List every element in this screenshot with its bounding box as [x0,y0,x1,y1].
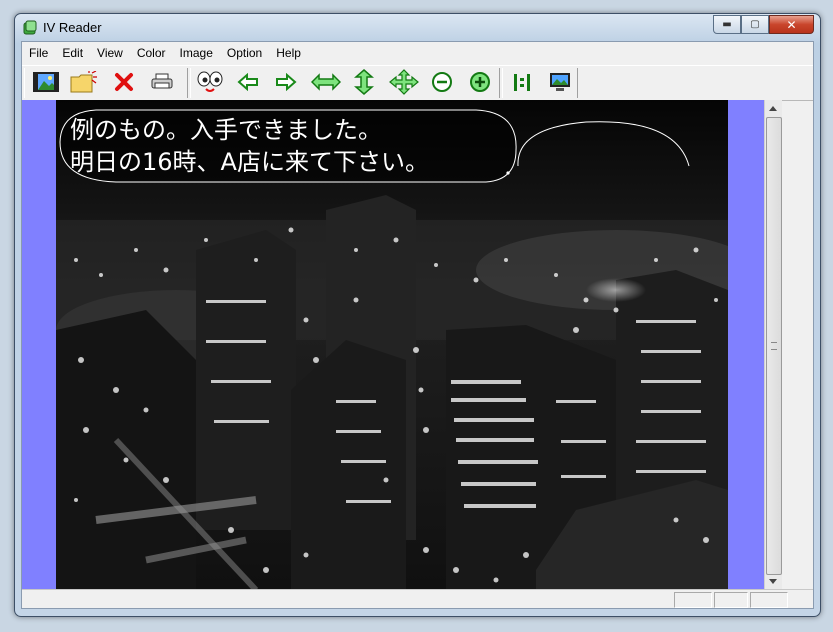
open-folder-button[interactable] [70,69,98,95]
close-image-button[interactable] [110,69,138,95]
eyes-icon [197,71,223,92]
city-skyline-image: 例のもの。入手できました。 明日の16時、A店に来て下さい。 [56,100,728,590]
zoom-out-button[interactable] [428,69,456,95]
arrow-left-icon [237,73,258,91]
eyes-button[interactable] [194,69,226,95]
open-image-icon [33,72,59,92]
prev-button[interactable] [234,69,262,95]
status-panel-1 [674,592,712,608]
minimize-button[interactable]: ▬ [713,15,741,34]
close-icon: ✕ [786,17,797,32]
maximize-icon: ▢ [750,19,760,30]
actual-size-button[interactable] [508,69,536,95]
status-panel-2 [714,592,748,608]
night-city-photo: 例のもの。入手できました。 明日の16時、A店に来て下さい。 [56,100,728,590]
caption-line-2: 明日の16時、A店に来て下さい。 [70,148,429,176]
app-icon [23,20,37,35]
screen-icon [550,73,570,91]
status-bar [22,589,813,608]
menu-option[interactable]: Option [220,42,269,64]
actual-size-icon [514,74,530,91]
image-viewport[interactable]: 例のもの。入手できました。 明日の16時、A店に来て下さい。 [22,100,764,590]
next-button[interactable] [272,69,300,95]
fit-both-button[interactable] [388,69,420,95]
vertical-scrollbar[interactable] [764,100,782,590]
close-x-icon [115,73,133,91]
scroll-thumb[interactable] [766,117,782,575]
fit-height-button[interactable] [350,69,378,95]
menu-view[interactable]: View [90,42,130,64]
title-bar[interactable]: IV Reader ▬ ▢ ✕ [15,14,820,42]
open-image-button[interactable] [32,69,60,95]
zoom-in-button[interactable] [466,69,494,95]
close-button[interactable]: ✕ [769,15,814,34]
status-panel-3 [750,592,788,608]
fit-both-icon [389,69,419,95]
print-button[interactable] [148,69,176,95]
caption-line-1: 例のもの。入手できました。 [70,116,382,144]
window-controls: ▬ ▢ ✕ [713,15,814,34]
scroll-up-icon[interactable] [769,106,777,111]
screen-button[interactable] [546,69,574,95]
menu-image[interactable]: Image [173,42,220,64]
menu-help[interactable]: Help [269,42,308,64]
grip-icon [771,342,777,350]
fit-width-button[interactable] [310,69,342,95]
menu-bar: File Edit View Color Image Option Help [22,42,813,64]
menu-edit[interactable]: Edit [55,42,90,64]
zoom-out-icon [432,72,452,92]
fit-width-icon [311,73,341,91]
menu-file[interactable]: File [22,42,55,64]
minimize-icon: ▬ [722,19,732,30]
fit-height-icon [354,69,374,95]
zoom-in-icon [470,72,490,92]
menu-color[interactable]: Color [130,42,173,64]
window-title: IV Reader [43,20,102,35]
open-folder-icon [70,71,97,93]
print-icon [151,73,173,89]
client-area: File Edit View Color Image Option Help 例… [21,41,814,609]
toolbar [22,65,813,101]
app-window: IV Reader ▬ ▢ ✕ File Edit View Color Ima… [14,13,821,617]
arrow-right-icon [276,73,297,91]
scroll-down-icon[interactable] [769,579,777,584]
maximize-button[interactable]: ▢ [741,15,769,34]
